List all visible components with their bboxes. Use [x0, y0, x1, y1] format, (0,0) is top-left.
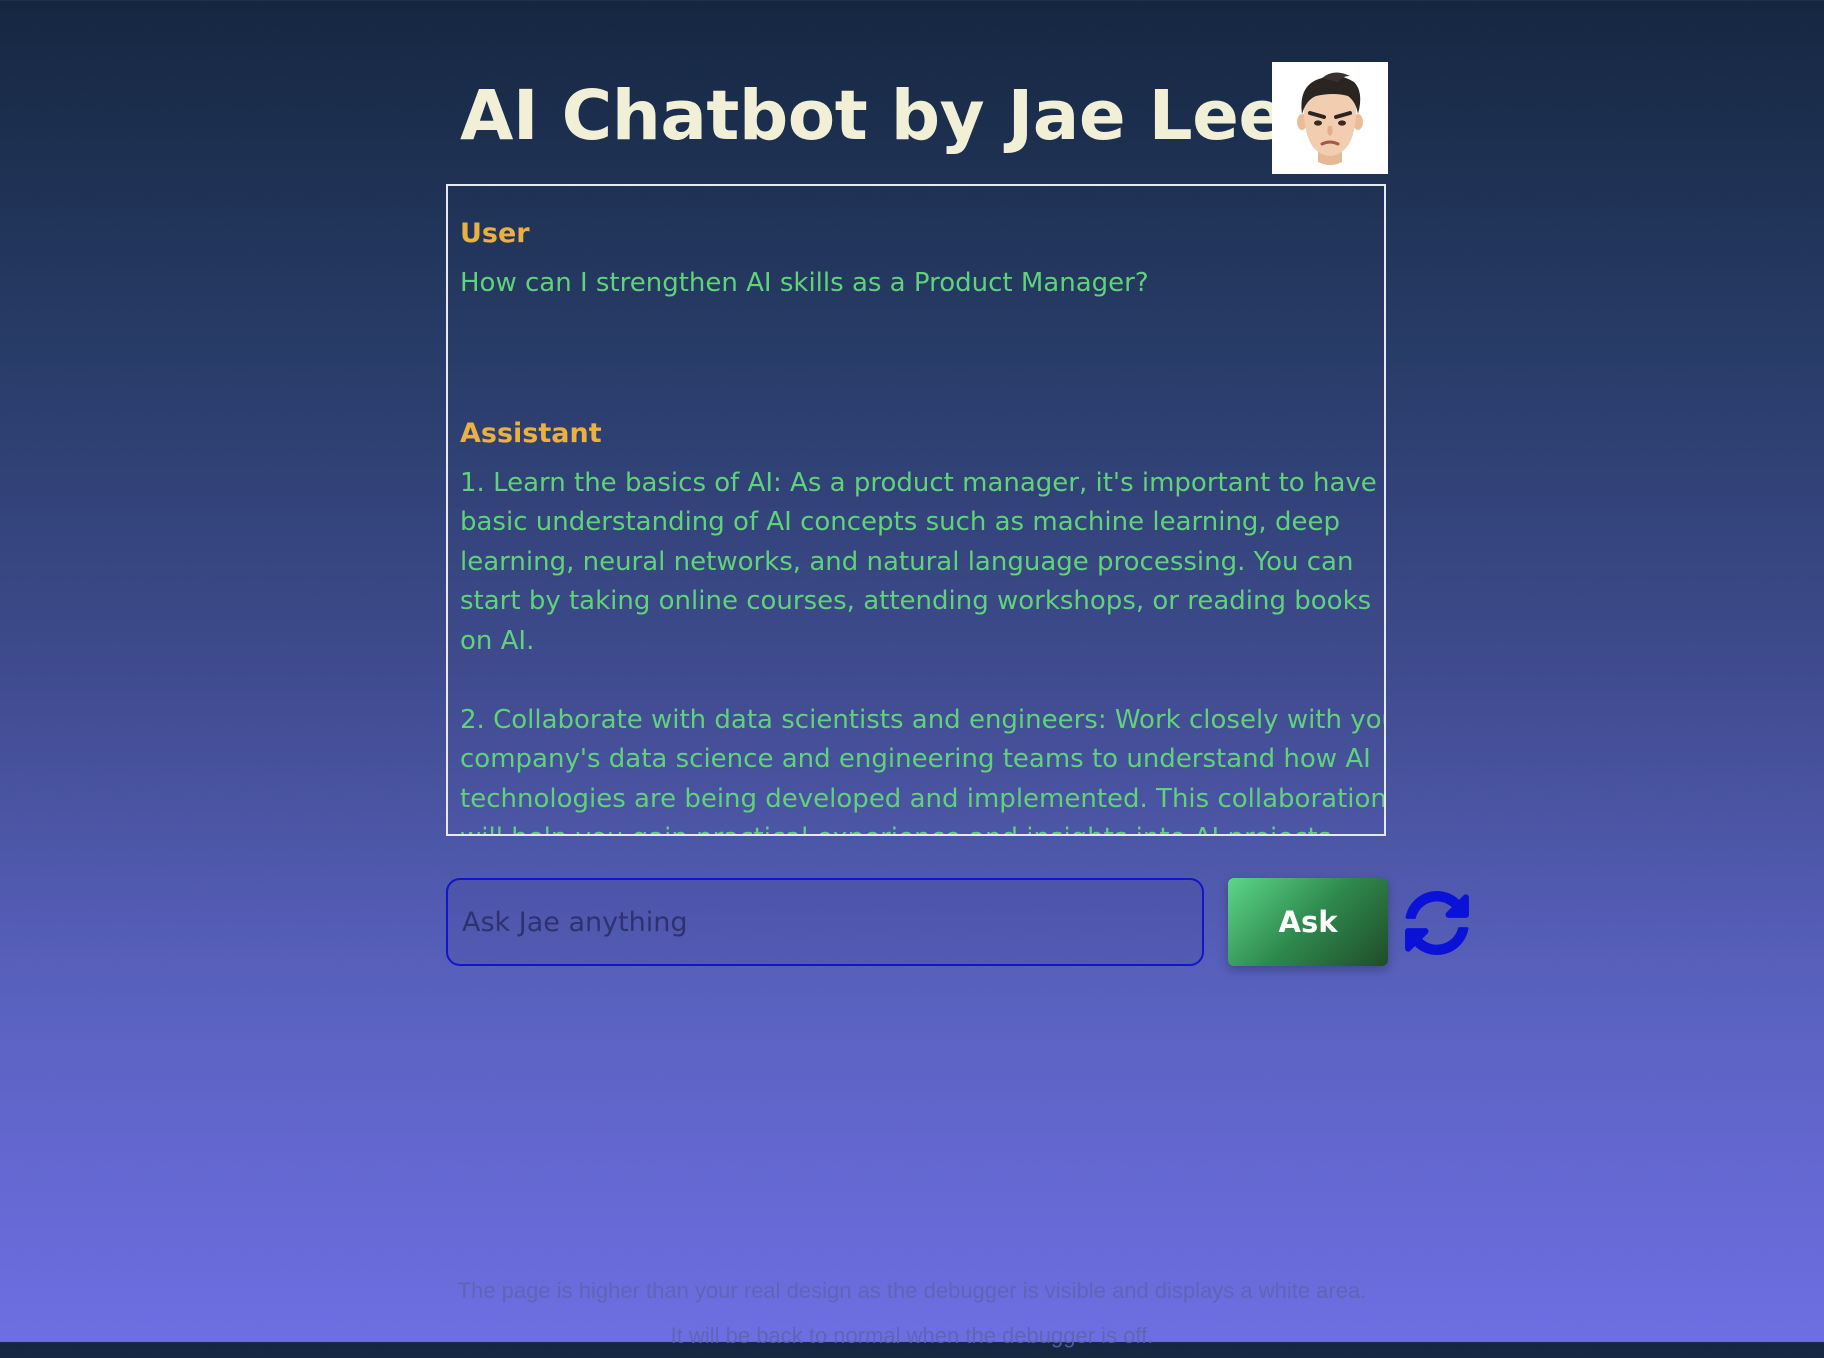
ask-button[interactable]: Ask [1228, 878, 1388, 966]
debugger-notice: The page is higher than your real design… [0, 1268, 1824, 1358]
message-role-user: User [460, 218, 530, 249]
question-input[interactable] [448, 880, 1202, 964]
refresh-icon [1405, 891, 1469, 955]
chat-history[interactable]: User How can I strengthen AI skills as a… [446, 184, 1386, 836]
debugger-notice-line-2: It will be back to normal when the debug… [670, 1323, 1154, 1348]
refresh-button[interactable] [1404, 890, 1470, 956]
message-text-user: How can I strengthen AI skills as a Prod… [460, 268, 1149, 298]
memoji-avatar-icon [1297, 72, 1363, 165]
chat-messages: User How can I strengthen AI skills as a… [460, 216, 1386, 835]
debugger-notice-line-1: The page is higher than your real design… [457, 1278, 1367, 1303]
question-input-wrapper [446, 878, 1204, 966]
message-role-assistant: Assistant [460, 417, 602, 449]
message-text-assistant: 1. Learn the basics of AI: As a product … [460, 467, 1386, 835]
avatar [1272, 62, 1388, 174]
page-title: AI Chatbot by Jae Lee [460, 76, 1285, 156]
